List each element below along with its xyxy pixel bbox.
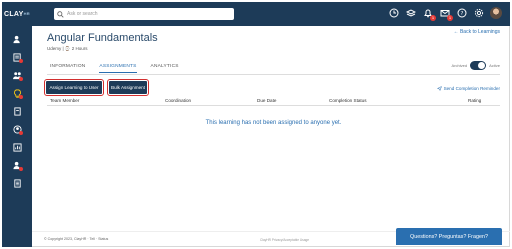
list-icon[interactable]: [2, 176, 32, 190]
bell-icon[interactable]: 1: [422, 8, 436, 21]
svg-text:?: ?: [460, 11, 463, 17]
column-rating[interactable]: Rating: [468, 98, 481, 103]
send-reminder-link[interactable]: Send Completion Reminder: [436, 86, 500, 91]
column-completion-status[interactable]: Completion Status: [329, 98, 367, 103]
help-icon[interactable]: ?: [456, 8, 467, 19]
archive-toggle-group: Archived Active: [452, 61, 500, 70]
page-title: Angular Fundamentals: [47, 32, 158, 44]
mail-badge: 1: [447, 14, 453, 21]
reports-icon[interactable]: [2, 140, 32, 154]
copyright-text: © Copyright 2023, ClayHR · Tell · Status: [44, 237, 109, 241]
search-icon: [57, 10, 64, 18]
back-to-learnings-link[interactable]: ← Back to Learnings: [454, 29, 500, 35]
search-input[interactable]: Ask or search: [54, 8, 234, 20]
empty-state-message: This learning has not been assigned to a…: [205, 120, 342, 126]
bell-badge: 1: [430, 14, 436, 21]
assign-learning-button[interactable]: Assign Learning to User: [44, 79, 104, 96]
main-content: Angular Fundamentals Udemy | ⌚ 2 Hours ←…: [32, 26, 510, 231]
send-icon: [436, 86, 442, 91]
app-logo[interactable]: CLAYHR: [2, 2, 32, 26]
tab-assignments[interactable]: ASSIGNMENTS: [99, 64, 137, 73]
tab-information[interactable]: INFORMATION: [50, 64, 85, 73]
active-toggle[interactable]: [470, 61, 487, 70]
tab-analytics[interactable]: ANALYTICS: [151, 64, 179, 73]
clock-icon[interactable]: [388, 8, 399, 19]
team-alert-icon[interactable]: [2, 158, 32, 172]
settings-icon[interactable]: [473, 8, 484, 19]
documents-icon[interactable]: [2, 104, 32, 118]
team-icon[interactable]: [2, 68, 32, 82]
user-plus-icon[interactable]: [2, 50, 32, 64]
mail-icon[interactable]: 1: [439, 8, 453, 21]
layers-icon[interactable]: [405, 8, 416, 19]
chat-widget-button[interactable]: Questions? Preguntas? Fragen?: [396, 228, 502, 245]
column-coordination[interactable]: Coordination: [165, 98, 191, 103]
bulk-assignment-button[interactable]: Bulk Assignment: [107, 79, 149, 96]
profile-icon[interactable]: [2, 122, 32, 136]
search-placeholder: Ask or search: [67, 11, 98, 17]
toggle-left-label: Archived: [451, 63, 468, 68]
users-icon[interactable]: [2, 32, 32, 46]
sidebar: [2, 26, 32, 247]
column-team-member[interactable]: Team Member: [50, 98, 79, 103]
column-due-date[interactable]: Due Date: [257, 98, 276, 103]
tab-bar: INFORMATION ASSIGNMENTS ANALYTICS: [50, 64, 179, 73]
toggle-right-label: Active: [489, 63, 500, 68]
user-avatar[interactable]: [490, 7, 502, 19]
send-reminder-label: Send Completion Reminder: [443, 86, 500, 91]
policy-link[interactable]: ClayHR Privacy/Acceptable Usage: [260, 238, 309, 242]
learning-meta: Udemy | ⌚ 2 Hours: [47, 46, 88, 51]
table-header: Team Member Coordination Due Date Comple…: [47, 97, 500, 106]
tab-divider: [47, 74, 500, 75]
top-bar: CLAYHR Ask or search 1 1 ?: [2, 2, 510, 26]
learning-icon[interactable]: [2, 86, 32, 100]
